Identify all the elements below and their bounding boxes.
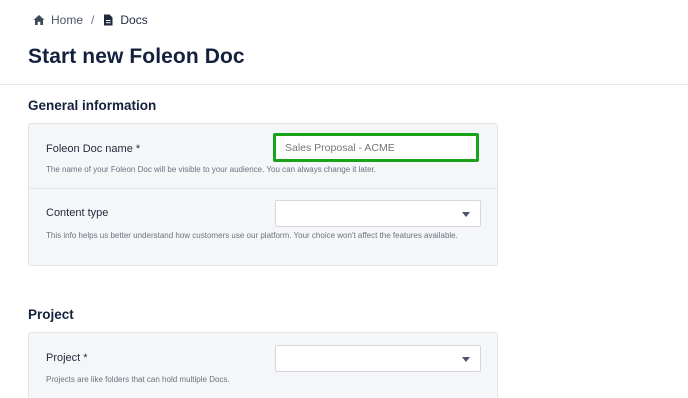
doc-name-label: Foleon Doc name * xyxy=(46,143,141,155)
chevron-down-icon xyxy=(462,212,470,217)
breadcrumb-docs[interactable]: Docs xyxy=(102,13,148,27)
home-icon xyxy=(33,14,45,26)
content-type-row: Content type This info helps us better u… xyxy=(29,188,497,266)
general-information-card: Foleon Doc name * The name of your Foleo… xyxy=(28,123,498,266)
breadcrumb: Home / Docs xyxy=(33,13,148,27)
document-icon xyxy=(102,14,114,26)
breadcrumb-separator: / xyxy=(91,13,95,27)
project-help: Projects are like folders that can hold … xyxy=(46,375,230,384)
divider xyxy=(0,84,688,85)
content-type-label: Content type xyxy=(46,207,109,219)
doc-name-row: Foleon Doc name * The name of your Foleo… xyxy=(29,124,497,196)
breadcrumb-home-label: Home xyxy=(51,13,84,27)
content-type-help: This info helps us better understand how… xyxy=(46,231,458,240)
page-title: Start new Foleon Doc xyxy=(28,45,245,68)
doc-name-help: The name of your Foleon Doc will be visi… xyxy=(46,165,376,174)
breadcrumb-home[interactable]: Home xyxy=(33,13,83,27)
general-information-heading: General information xyxy=(28,98,157,113)
project-label: Project * xyxy=(46,352,88,364)
project-select[interactable] xyxy=(275,345,481,372)
chevron-down-icon xyxy=(462,357,470,362)
project-card: Project * Projects are like folders that… xyxy=(28,332,498,398)
doc-name-input[interactable] xyxy=(273,133,479,162)
project-heading: Project xyxy=(28,307,74,322)
content-type-select[interactable] xyxy=(275,200,481,227)
breadcrumb-docs-label: Docs xyxy=(120,13,148,27)
page: Home / Docs Start new Foleon Doc General… xyxy=(0,0,688,398)
project-row: Project * Projects are like folders that… xyxy=(29,333,497,398)
